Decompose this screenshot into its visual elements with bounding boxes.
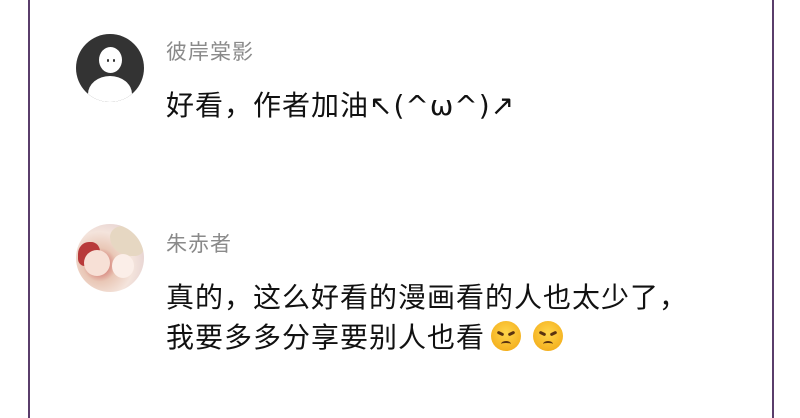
comment-text: 真的，这么好看的漫画看的人也太少了， 我要多多分享要别人也看 [166,278,688,358]
avatar-art-shape [112,254,134,278]
avatar-head-shape [99,47,122,73]
comment-line-text: 我要多多分享要别人也看 [166,321,486,354]
comment-line: 我要多多分享要别人也看 [166,318,688,358]
avatar-art-shape [110,226,144,256]
comment-username[interactable]: 彼岸棠影 [166,36,254,66]
avatar-art-shape [84,250,110,276]
comment-line: 真的，这么好看的漫画看的人也太少了， [166,281,689,314]
avatar[interactable] [76,224,144,292]
avatar[interactable] [76,34,144,102]
comment-username[interactable]: 朱赤者 [166,228,232,258]
avatar-eye [113,59,115,62]
avatar-eye [107,59,109,62]
angry-face-icon [533,321,564,351]
comment-list: 彼岸棠影 好看，作者加油↖(^ω^)↗ 朱赤者 真的，这么好看的漫画看的人也太少… [28,0,774,418]
comment-line: 好看，作者加油↖(^ω^)↗ [166,89,516,122]
angry-face-icon [491,321,522,351]
comment-text: 好看，作者加油↖(^ω^)↗ [166,86,515,126]
avatar-body-shape [88,76,132,102]
